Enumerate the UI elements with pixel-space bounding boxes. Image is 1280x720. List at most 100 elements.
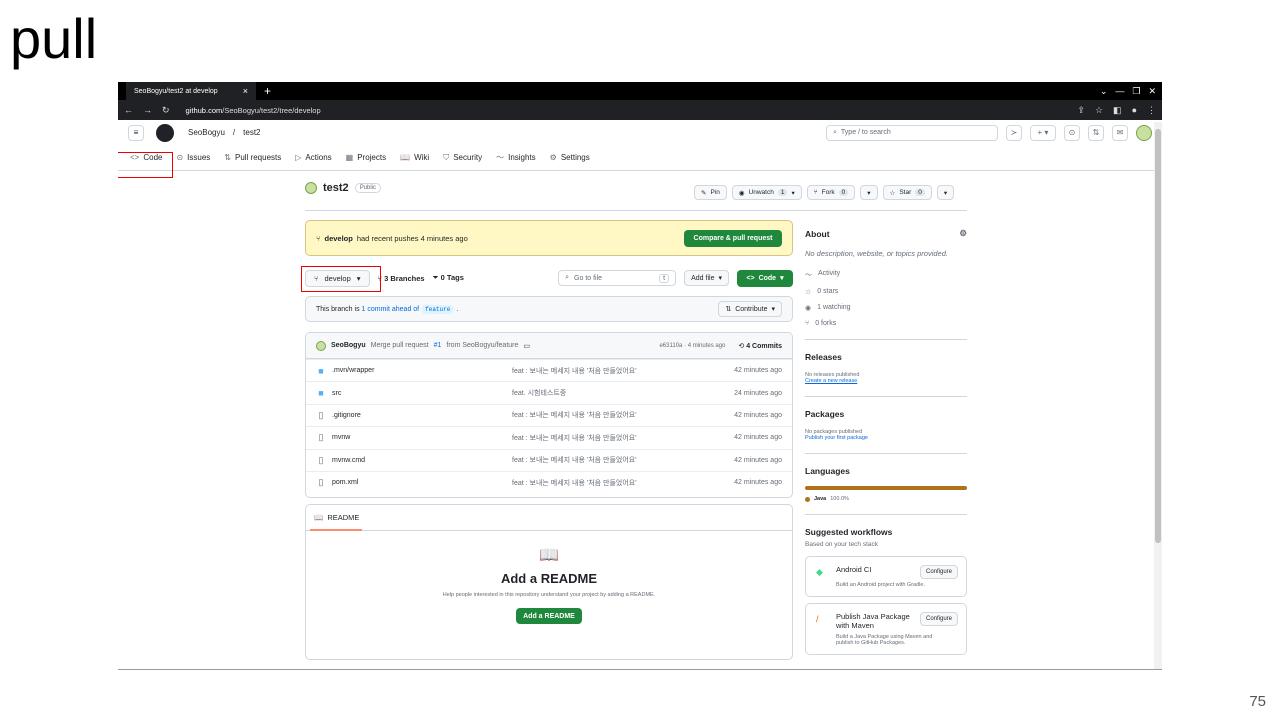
table-row[interactable]: ▯ .gitignore feat : 보내는 메세지 내용 '처음 만들었어요' 4… [306, 403, 792, 426]
unwatch-button[interactable]: ◉ Unwatch 1 ▾ [731, 185, 802, 200]
publish-package-link[interactable]: Publish your first package [805, 435, 967, 441]
releases-heading[interactable]: Releases [805, 352, 967, 362]
activity-link[interactable]: 〜 Activity [805, 270, 967, 280]
pull-requests-icon[interactable]: ⇅ [1088, 124, 1104, 141]
gear-icon[interactable]: ⚙ [959, 228, 967, 239]
file-name[interactable]: .gitignore [332, 412, 512, 419]
tab-actions[interactable]: ▷ Actions [295, 153, 331, 162]
restore-icon[interactable]: ❐ [1132, 86, 1140, 97]
commit-author[interactable]: SeoBogyu [331, 342, 366, 349]
url-field[interactable]: github.com/SeoBogyu/test2/tree/develop [186, 106, 321, 115]
create-release-link[interactable]: Create a new release [805, 378, 967, 384]
branches-link[interactable]: ⑂ 3 Branches [378, 274, 425, 283]
readme-tab[interactable]: 📖 README [306, 505, 792, 531]
stars-link[interactable]: ☆ 0 stars [805, 288, 967, 296]
code-label: Code [758, 274, 777, 282]
reload-icon[interactable]: ↻ [162, 105, 170, 116]
close-window-icon[interactable]: ✕ [1148, 86, 1156, 97]
sidepanel-icon[interactable]: ◧ [1113, 105, 1122, 116]
divider [805, 453, 967, 454]
stars-label: 0 stars [817, 288, 839, 295]
avatar[interactable] [1136, 124, 1152, 141]
table-row[interactable]: ■ src feat. 시험테스트중 24 minutes ago [306, 381, 792, 403]
tab-projects[interactable]: ▦ Projects [346, 153, 386, 162]
minimize-icon[interactable]: — [1115, 86, 1124, 96]
profile-icon[interactable]: ● [1132, 105, 1137, 116]
repo-name[interactable]: test2 [323, 182, 349, 194]
command-palette-icon[interactable]: ≻ [1006, 124, 1022, 141]
tab-list-icon[interactable]: ⌄ [1100, 86, 1108, 97]
watching-link[interactable]: ◉ 1 watching [805, 304, 967, 312]
about-description: No description, website, or topics provi… [805, 249, 948, 258]
share-icon[interactable]: ⇪ [1077, 105, 1085, 116]
tab-pull-requests[interactable]: ⇅ Pull requests [224, 153, 281, 162]
ahead-link[interactable]: 1 commit ahead of [362, 306, 420, 313]
workflow-card: / Publish Java Package with Maven Build … [805, 603, 967, 655]
commit-hash[interactable]: e63110a · 4 minutes ago [659, 343, 725, 349]
hamburger-icon[interactable]: ≡ [128, 124, 144, 141]
table-row[interactable]: ■ .mvn/wrapper feat : 보내는 메세지 내용 '처음 만들었어요… [306, 359, 792, 381]
forks-link[interactable]: ⑂ 0 forks [805, 320, 967, 327]
inbox-icon[interactable]: ✉ [1112, 124, 1128, 141]
packages-heading[interactable]: Packages [805, 409, 967, 419]
back-icon[interactable]: ← [124, 105, 133, 115]
file-commit-message[interactable]: feat : 보내는 메세지 내용 '처음 만들었어요' [512, 455, 712, 465]
language-item[interactable]: Java 100.0% [805, 496, 967, 502]
tab-close-icon[interactable]: × [243, 86, 248, 96]
file-name[interactable]: mvnw.cmd [332, 457, 512, 464]
tab-settings[interactable]: ⚙ Settings [550, 153, 590, 162]
contribute-button[interactable]: ⇅ Contribute ▾ [718, 301, 782, 317]
new-tab-icon[interactable]: + [264, 84, 271, 98]
ahead-suffix: . [456, 305, 459, 313]
scrollbar-thumb[interactable] [1155, 129, 1161, 543]
tab-insights[interactable]: 〜 Insights [496, 152, 536, 163]
commit-message[interactable]: Merge pull request [371, 342, 429, 349]
file-name[interactable]: pom.xml [332, 479, 512, 486]
shield-icon: ⛉ [443, 152, 450, 162]
suggested-subtitle: Based on your tech stack [805, 541, 878, 548]
breadcrumb-repo[interactable]: test2 [243, 128, 260, 137]
ellipsis-icon[interactable]: ▭ [523, 342, 530, 350]
tab-wiki[interactable]: 📖 Wiki [400, 153, 429, 162]
table-row[interactable]: ▯ mvnw.cmd feat : 보내는 메세지 내용 '처음 만들었어요' 42 … [306, 448, 792, 471]
file-name[interactable]: src [332, 390, 512, 397]
star-icon: ☆ [805, 289, 812, 296]
file-commit-message[interactable]: feat : 보내는 메세지 내용 '처음 만들었어요' [512, 410, 712, 420]
code-button[interactable]: <> Code ▾ [737, 269, 793, 287]
configure-button[interactable]: Configure [919, 612, 958, 626]
bookmark-star-icon[interactable]: ☆ [1095, 105, 1103, 116]
file-name[interactable]: mvnw [332, 434, 512, 441]
breadcrumb-owner[interactable]: SeoBogyu [188, 128, 225, 137]
forward-icon[interactable]: → [143, 105, 152, 115]
tags-link[interactable]: ⏷ 0 Tags [433, 273, 464, 283]
table-row[interactable]: ▯ pom.xml feat : 보내는 메세지 내용 '처음 만들었어요' 42 m… [306, 470, 792, 493]
add-file-button[interactable]: Add file ▾ [684, 270, 729, 286]
pin-icon: ✎ [701, 189, 707, 197]
add-readme-button[interactable]: Add a README [516, 608, 582, 624]
table-row[interactable]: ▯ mvnw feat : 보내는 메세지 내용 '처음 만들었어요' 42 minu… [306, 426, 792, 448]
file-commit-message[interactable]: feat : 보내는 메세지 내용 '처음 만들었어요' [512, 433, 712, 443]
file-name[interactable]: .mvn/wrapper [332, 367, 512, 374]
file-commit-message[interactable]: feat. 시험테스트중 [512, 388, 712, 398]
file-age: 24 minutes ago [734, 389, 782, 397]
github-logo-icon[interactable] [156, 123, 174, 142]
search-input[interactable]: ⌕ Type / to search [826, 124, 998, 141]
go-to-file-input[interactable]: ⌕ Go to file t [558, 270, 677, 286]
issues-icon[interactable]: ⊙ [1064, 124, 1080, 141]
workflow-desc: Build a Java Package using Maven and pub… [836, 634, 933, 646]
file-commit-message[interactable]: feat : 보내는 메세지 내용 '처음 만들었어요' [512, 366, 712, 376]
file-commit-message[interactable]: feat : 보내는 메세지 내용 '처음 만들었어요' [512, 478, 712, 488]
tab-issues[interactable]: ⊙ Issues [176, 153, 210, 162]
language-percent: 100.0% [830, 496, 849, 502]
commits-link[interactable]: ⟲ 4 Commits [738, 342, 782, 350]
ahead-target-branch[interactable]: feature [422, 304, 454, 314]
create-new-button[interactable]: + ▾ [1030, 124, 1056, 141]
browser-tab[interactable]: SeoBogyu/test2 at develop × [126, 82, 256, 100]
menu-icon[interactable]: ⋮ [1147, 105, 1156, 116]
commit-pr-link[interactable]: #1 [434, 342, 442, 349]
pin-button[interactable]: ✎ Pin [694, 185, 727, 200]
configure-button[interactable]: Configure [919, 565, 958, 579]
tab-security[interactable]: ⛉ Security [443, 153, 482, 163]
suggested-workflows-heading: Suggested workflows [805, 527, 893, 537]
compare-pull-request-button[interactable]: Compare & pull request [684, 229, 782, 247]
